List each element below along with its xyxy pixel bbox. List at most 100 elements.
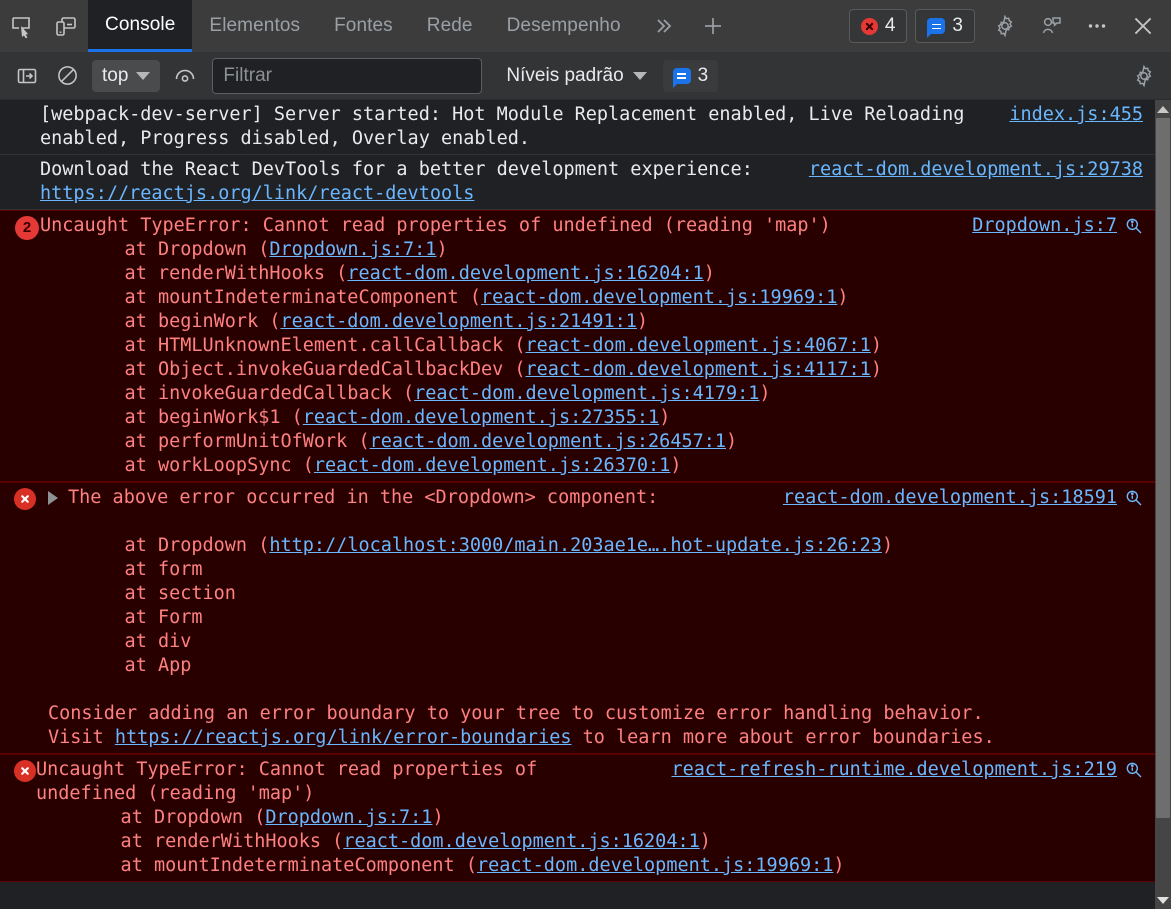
message-bubble-icon: [927, 18, 946, 38]
stack-frame: at renderWithHooks (react-dom.developmen…: [76, 830, 1143, 854]
console-message-error[interactable]: react-refresh-runtime.development.js:219…: [0, 754, 1155, 882]
error-boundary-line2: Visit https://reactjs.org/link/error-bou…: [48, 726, 1143, 750]
message-source-link[interactable]: react-dom.development.js:29738: [809, 158, 1143, 182]
panel-tabs: Console Elementos Fontes Rede Desempenho: [88, 0, 638, 52]
ellipsis-icon[interactable]: [1075, 0, 1119, 52]
console-scrollbar[interactable]: [1155, 100, 1171, 909]
scrollbar-down-arrow[interactable]: [1155, 891, 1171, 909]
execution-context-value: top: [102, 64, 129, 86]
inspect-element-icon[interactable]: [0, 0, 44, 52]
tab-elementos[interactable]: Elementos: [192, 0, 317, 52]
stack-frame-fn: at Dropdown (: [80, 239, 270, 260]
execution-context-selector[interactable]: top: [92, 59, 161, 92]
search-in-sources-icon[interactable]: [1125, 489, 1143, 507]
tab-fontes[interactable]: Fontes: [317, 0, 410, 52]
react-devtools-link[interactable]: https://reactjs.org/link/react-devtools: [40, 183, 474, 204]
close-icon[interactable]: [1121, 0, 1165, 52]
log-levels-selector[interactable]: Níveis padrão: [506, 64, 647, 87]
console-message-error[interactable]: react-dom.development.js:18591 The above…: [0, 482, 1155, 754]
console-message-count[interactable]: 3: [662, 59, 719, 92]
device-toolbar-icon[interactable]: [44, 0, 88, 52]
stack-frame-link[interactable]: react-dom.development.js:4117:1: [526, 359, 871, 380]
error-title: Uncaught TypeError: Cannot read properti…: [36, 759, 538, 804]
feedback-icon[interactable]: [1029, 0, 1073, 52]
stack-frame-close: ): [837, 287, 849, 308]
chevron-double-right-icon[interactable]: [638, 0, 688, 52]
tab-rede-label: Rede: [426, 15, 473, 36]
stack-frame-link[interactable]: react-dom.development.js:26370:1: [314, 455, 670, 476]
stack-frame-close: ): [432, 807, 444, 828]
stack-frame-close: ): [833, 855, 845, 876]
stack-frame-link[interactable]: react-dom.development.js:21491:1: [280, 311, 636, 332]
tab-rede[interactable]: Rede: [410, 0, 490, 52]
stack-frame-link[interactable]: react-dom.development.js:16204:1: [347, 263, 703, 284]
clear-console-icon[interactable]: [48, 57, 86, 95]
filter-input[interactable]: [212, 57, 483, 94]
stack-frame: at beginWork$1 (react-dom.development.js…: [80, 406, 1143, 430]
component-stack-trace: at Dropdown (http://localhost:3000/main.…: [48, 534, 1143, 678]
scrollbar-thumb[interactable]: [1156, 118, 1170, 818]
stack-frame-link[interactable]: react-dom.development.js:16204:1: [343, 831, 699, 852]
stack-frame: at form: [80, 559, 203, 580]
message-count-badge[interactable]: 3: [915, 9, 975, 43]
stack-frame-link[interactable]: react-dom.development.js:19969:1: [477, 855, 833, 876]
stack-frame-fn: at Dropdown (: [76, 807, 266, 828]
tab-console[interactable]: Console: [88, 0, 193, 52]
tab-desempenho[interactable]: Desempenho: [490, 0, 638, 52]
plus-icon[interactable]: [688, 0, 738, 52]
stack-frame-link[interactable]: http://localhost:3000/main.203ae1e….hot-…: [269, 535, 882, 556]
message-source-link[interactable]: react-dom.development.js:18591: [783, 486, 1117, 510]
gear-icon[interactable]: [983, 0, 1027, 52]
error-title: Uncaught TypeError: Cannot read properti…: [40, 215, 831, 236]
search-in-sources-icon[interactable]: [1125, 761, 1143, 779]
stack-frame-close: ): [703, 263, 715, 284]
live-expression-icon[interactable]: [166, 57, 204, 95]
chevron-down-icon: [136, 71, 151, 80]
tabbar-left-tools: [0, 0, 88, 52]
stack-frame-link[interactable]: react-dom.development.js:27355:1: [303, 407, 659, 428]
search-in-sources-icon[interactable]: [1125, 217, 1143, 235]
message-source-link[interactable]: index.js:455: [1009, 103, 1143, 127]
console-sidebar-icon[interactable]: [8, 57, 46, 95]
visit-label: Visit: [48, 727, 115, 748]
devtools-tabbar: Console Elementos Fontes Rede Desempenho…: [0, 0, 1171, 52]
stack-frame: at workLoopSync (react-dom.development.j…: [80, 454, 1143, 478]
stack-frame-link[interactable]: Dropdown.js:7:1: [265, 807, 432, 828]
stack-frame-close: ): [659, 407, 671, 428]
stack-frame: at mountIndeterminateComponent (react-do…: [80, 286, 1143, 310]
stack-frame: at Object.invokeGuardedCallbackDev (reac…: [80, 358, 1143, 382]
message-bubble-icon: [672, 67, 691, 88]
stack-frame: at invokeGuardedCallback (react-dom.deve…: [80, 382, 1143, 406]
stack-frame-link[interactable]: react-dom.development.js:4067:1: [526, 335, 871, 356]
stack-frame: at renderWithHooks (react-dom.developmen…: [80, 262, 1143, 286]
message-text: Download the React DevTools for a better…: [40, 159, 753, 180]
console-message-log[interactable]: react-dom.development.js:29738 Download …: [0, 155, 1155, 210]
console-toolbar: top Níveis padrão 3: [0, 52, 1171, 100]
stack-frame-fn: at HTMLUnknownElement.callCallback (: [80, 335, 526, 356]
log-levels-label: Níveis padrão: [506, 64, 624, 86]
stack-frame-fn: at beginWork (: [80, 311, 281, 332]
stack-frame-close: ): [699, 831, 711, 852]
error-count-badge[interactable]: 4: [848, 9, 908, 43]
console-message-error[interactable]: 2 Dropdown.js:7 Uncaught TypeError: Cann…: [0, 210, 1155, 482]
expand-triangle-icon[interactable]: [48, 491, 58, 505]
stack-frame-link[interactable]: Dropdown.js:7:1: [269, 239, 436, 260]
stack-frame-link[interactable]: react-dom.development.js:19969:1: [481, 287, 837, 308]
message-source-group: react-dom.development.js:18591: [783, 486, 1143, 510]
message-count-value: 3: [952, 15, 963, 36]
error-stack-trace: at Dropdown (Dropdown.js:7:1) at renderW…: [36, 806, 1143, 878]
message-source-link[interactable]: Dropdown.js:7: [972, 214, 1117, 238]
stack-frame-close: ): [870, 335, 882, 356]
message-source-link[interactable]: react-refresh-runtime.development.js:219: [671, 758, 1117, 782]
stack-frame-link[interactable]: react-dom.development.js:26457:1: [370, 431, 726, 452]
gear-icon[interactable]: [1125, 57, 1163, 95]
console-body: index.js:455 [webpack-dev-server] Server…: [0, 100, 1171, 909]
stack-frame-link[interactable]: react-dom.development.js:4179:1: [414, 383, 759, 404]
console-message-log[interactable]: index.js:455 [webpack-dev-server] Server…: [0, 100, 1155, 155]
error-boundaries-link[interactable]: https://reactjs.org/link/error-boundarie…: [115, 727, 572, 748]
stack-frame-fn: at workLoopSync (: [80, 455, 314, 476]
scrollbar-up-arrow[interactable]: [1155, 100, 1171, 118]
stack-frame: at performUnitOfWork (react-dom.developm…: [80, 430, 1143, 454]
stack-frame-fn: at Object.invokeGuardedCallbackDev (: [80, 359, 526, 380]
